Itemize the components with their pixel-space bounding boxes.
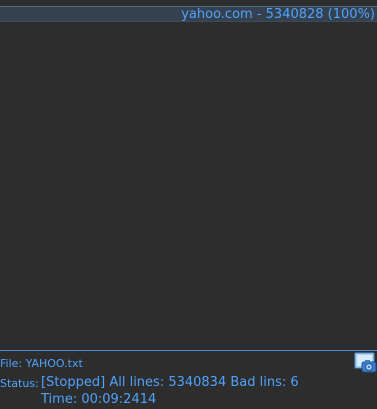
app-window: ‾ ‾‾‾ ‾‾‾ ‾ ‾‾‾‾‾‾‾‾ ‾‾ ‾ ‾‾‾‾‾‾‾ yahoo.… xyxy=(0,0,377,409)
list-item[interactable]: yahoo.com - 5340828 (100%) xyxy=(0,6,377,22)
file-label: File: YAHOO.txt xyxy=(0,357,83,370)
screenshot-button[interactable] xyxy=(354,352,377,374)
list-item-text: yahoo.com - 5340828 (100%) xyxy=(181,7,375,22)
status-label: Status: xyxy=(0,377,39,390)
elapsed-time: Time: 00:09:2414 xyxy=(41,392,157,407)
status-footer: File: YAHOO.txt Status: [Stopped] All li… xyxy=(0,351,377,409)
results-list[interactable]: yahoo.com - 5340828 (100%) xyxy=(0,5,377,350)
camera-screenshot-icon xyxy=(354,352,377,373)
status-text: [Stopped] All lines: 5340834 Bad lins: 6 xyxy=(41,375,299,390)
